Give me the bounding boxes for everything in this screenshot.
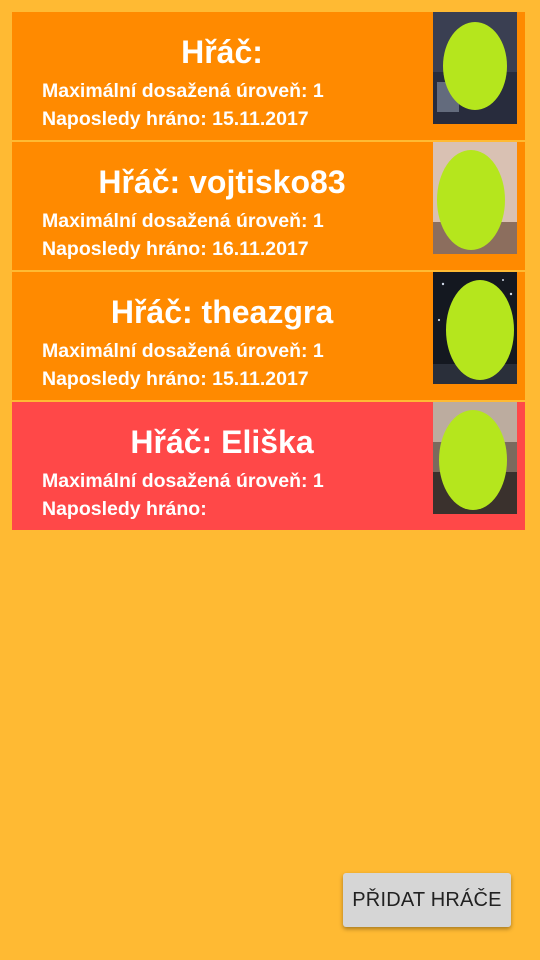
player-card[interactable]: Hřáč: theazgra Maximální dosažená úroveň… — [12, 272, 525, 400]
last-played-text: Naposledy hráno: 15.11.2017 — [42, 108, 309, 130]
face-mask — [446, 280, 514, 380]
max-level-text: Maximální dosažená úroveň: 1 — [42, 80, 324, 102]
max-level-text: Maximální dosažená úroveň: 1 — [42, 340, 324, 362]
add-player-button[interactable]: PŘIDAT HRÁČE — [343, 873, 511, 927]
face-mask — [439, 410, 507, 510]
max-level-text: Maximální dosažená úroveň: 1 — [42, 470, 324, 492]
last-played-text: Naposledy hráno: 15.11.2017 — [42, 368, 309, 390]
player-avatar — [433, 142, 517, 254]
player-card[interactable]: Hřáč: vojtisko83 Maximální dosažená úrov… — [12, 142, 525, 270]
player-avatar — [433, 272, 517, 384]
player-card[interactable]: Hřáč: Maximální dosažená úroveň: 1 Napos… — [12, 12, 525, 140]
face-mask — [437, 150, 505, 250]
player-name: Hřáč: theazgra — [110, 294, 334, 330]
player-card[interactable]: Hřáč: Eliška Maximální dosažená úroveň: … — [12, 402, 525, 530]
max-level-text: Maximální dosažená úroveň: 1 — [42, 210, 324, 232]
player-name: Hřáč: — [181, 34, 263, 70]
last-played-text: Naposledy hráno: 16.11.2017 — [42, 238, 309, 260]
player-name: Hřáč: vojtisko83 — [98, 164, 346, 200]
player-avatar — [433, 12, 517, 124]
face-mask — [443, 22, 507, 110]
player-name: Hřáč: Eliška — [130, 424, 314, 460]
player-list: Hřáč: Maximální dosažená úroveň: 1 Napos… — [12, 12, 525, 532]
player-avatar — [433, 402, 517, 514]
last-played-text: Naposledy hráno: — [42, 498, 207, 520]
